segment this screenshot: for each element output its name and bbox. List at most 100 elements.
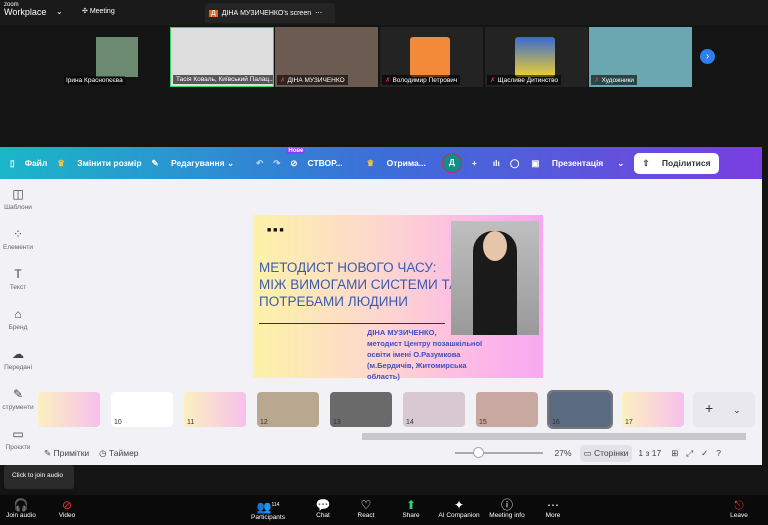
react-button[interactable]: ♡ React xyxy=(341,498,391,519)
ai-companion-button[interactable]: ✦ AI Companion xyxy=(433,498,485,519)
comment-icon[interactable]: ◯ xyxy=(510,158,520,169)
sidebar-item-elements[interactable]: ⁘ Елементи xyxy=(0,219,36,259)
pages-label: Сторінки xyxy=(593,447,629,458)
participant-tile-active[interactable]: Тасія Коваль, Київський Палац... xyxy=(170,27,274,87)
page-number: 10 xyxy=(114,419,122,426)
create-button[interactable]: СТВОР... xyxy=(308,158,343,168)
undo-icon[interactable]: ↶ xyxy=(256,158,263,169)
share-screen-button[interactable]: ⬆ Share xyxy=(386,498,436,519)
avatar xyxy=(410,37,450,77)
sidebar-item-uploads[interactable]: ☁ Передані xyxy=(0,339,36,379)
mic-muted-icon: ✗ xyxy=(385,77,391,84)
participant-tile[interactable] xyxy=(96,37,138,77)
page-thumbnail[interactable]: 12 xyxy=(257,392,319,427)
sidebar-item-tools[interactable]: ✎ струменти xyxy=(0,379,36,419)
zoom-slider[interactable] xyxy=(454,447,543,458)
divider xyxy=(259,323,445,324)
grid-view-icon[interactable]: ⊞ xyxy=(671,448,678,459)
participant-name: ДІНА МУЗИЧЕНКО xyxy=(287,77,345,84)
more-button[interactable]: ⋯ More xyxy=(528,498,578,519)
meeting-info-button[interactable]: ⓘ Meeting info xyxy=(482,498,532,519)
participant-tile[interactable]: ✗ Володимир Петрович xyxy=(380,27,483,87)
sidebar-label: Передані xyxy=(4,364,32,371)
edit-menu[interactable]: ✎ Редагування ⌄ xyxy=(152,158,235,169)
sidebar-item-templates[interactable]: ◫ Шаблони xyxy=(0,179,36,219)
join-audio-tooltip: Click to join audio xyxy=(4,465,74,489)
pages-button[interactable]: ▭ Сторінки xyxy=(579,444,633,462)
save-status-icon[interactable]: ⊘ Нове xyxy=(286,147,306,169)
help-icon[interactable]: ? xyxy=(716,448,721,458)
page-thumbnail[interactable]: 14 xyxy=(403,392,465,427)
label: Join audio xyxy=(6,512,36,519)
label: Participants xyxy=(251,514,285,521)
resize-button[interactable]: ♛ Змінити розмір xyxy=(57,158,141,169)
sidebar-toggle-icon[interactable]: ▯ xyxy=(10,158,15,169)
participant-tile[interactable]: ✗ Щасливе Дитинство xyxy=(485,27,588,87)
meeting-label: Meeting xyxy=(89,8,115,15)
avatar xyxy=(515,37,555,77)
sidebar-item-text[interactable]: T Текст xyxy=(0,259,36,299)
get-pro-label: Отрима... xyxy=(386,157,426,168)
user-avatar[interactable]: Д xyxy=(441,153,462,173)
page-number: 12 xyxy=(260,419,268,426)
participant-name: Тасія Коваль, Київський Палац... xyxy=(173,75,273,84)
add-page-button[interactable]: + ⌄ xyxy=(693,392,755,427)
check-icon[interactable]: ✓ xyxy=(701,448,708,459)
mic-muted-icon: ✗ xyxy=(490,77,496,84)
tools-icon: ✎ xyxy=(12,387,24,401)
present-button[interactable]: ▣ Презентація xyxy=(531,158,603,169)
share-button[interactable]: ⇧ Поділитися xyxy=(634,152,719,174)
page-thumbnail[interactable] xyxy=(38,392,100,427)
share-tab[interactable]: Д ДІНА МУЗИЧЕНКО's screen ⋯ xyxy=(205,3,335,23)
join-audio-button[interactable]: 🎧 Join audio xyxy=(0,498,46,519)
participant-tile[interactable]: ✗ Художники xyxy=(589,27,692,87)
add-collaborator-icon[interactable]: + xyxy=(472,158,477,168)
participant-tile[interactable]: ✗ ДІНА МУЗИЧЕНКО xyxy=(275,27,378,87)
participant-name: Володимир Петрович xyxy=(392,77,458,84)
zoom-toolbar: 🎧 Join audio ⊘ Video 👥114 Participants 💬 Cha… xyxy=(0,495,768,525)
present-options-icon[interactable]: ⌄ xyxy=(617,158,624,169)
headphones-icon: 🎧 xyxy=(13,498,29,512)
notes-button[interactable]: ✎ Примітки xyxy=(44,448,89,459)
page-thumbnail[interactable]: 17 xyxy=(622,392,684,427)
sidebar-label: Елементи xyxy=(2,244,34,251)
heart-icon: ♡ xyxy=(360,498,372,512)
page-thumbnail[interactable]: 16 xyxy=(547,390,613,429)
more-icon[interactable]: ⋯ xyxy=(315,9,322,17)
label: Leave xyxy=(730,512,748,519)
page-thumbnail[interactable]: 11 xyxy=(184,392,246,427)
redo-icon[interactable]: ↷ xyxy=(273,158,280,169)
leave-button[interactable]: ⎋ Leave xyxy=(714,498,764,519)
analytics-icon[interactable]: ılı xyxy=(493,158,500,168)
get-pro-button[interactable]: ♛ Отрима... xyxy=(367,158,426,169)
zoom-slider-handle[interactable] xyxy=(472,447,484,458)
timer-label: Таймер xyxy=(108,447,139,458)
page-thumbnail[interactable]: 10 xyxy=(111,392,173,427)
next-page-button[interactable]: › xyxy=(700,49,715,64)
timer-button[interactable]: ◷ Таймер xyxy=(99,448,138,459)
chevron-down-icon[interactable]: ⌄ xyxy=(56,7,63,16)
fullscreen-icon[interactable]: ⤢ xyxy=(686,448,693,459)
slide-canvas[interactable]: ■ ■ ■ МЕТОДИСТ НОВОГО ЧАСУ: МІЖ ВИМОГАМИ… xyxy=(253,215,543,381)
sidebar-item-brand[interactable]: ⌂ Бренд xyxy=(0,299,36,339)
participant-name: Ірина Краснопєєва xyxy=(64,76,125,85)
sparkle-icon: ✦ xyxy=(453,498,465,512)
video-button[interactable]: ⊘ Video xyxy=(42,498,92,519)
canva-window: ▯ Файл ♛ Змінити розмір ✎ Редагування ⌄ … xyxy=(0,147,762,465)
leave-icon: ⎋ xyxy=(734,498,744,512)
file-menu[interactable]: Файл xyxy=(25,158,48,168)
horizontal-scrollbar[interactable] xyxy=(362,433,746,440)
label: React xyxy=(357,512,375,519)
page-thumbnail[interactable]: 15 xyxy=(476,392,538,427)
add-label: + xyxy=(705,400,714,416)
participants-button[interactable]: 👥114 Participants xyxy=(243,498,293,521)
meeting-menu[interactable]: ✣ Meeting xyxy=(82,7,115,15)
info-icon: ⓘ xyxy=(500,498,513,512)
page-thumbnail[interactable]: 13 xyxy=(330,392,392,427)
notes-label: Примітки xyxy=(53,447,90,458)
label: Video xyxy=(58,512,76,519)
more-icon: ⋯ xyxy=(547,498,559,512)
present-label: Презентація xyxy=(551,157,604,168)
zoom-title-bar: zoom Workplace ⌄ ✣ Meeting Д ДІНА МУЗИЧЕНК… xyxy=(0,0,768,25)
slide-description: методист Центру позашкільної освіти імен… xyxy=(367,339,483,381)
